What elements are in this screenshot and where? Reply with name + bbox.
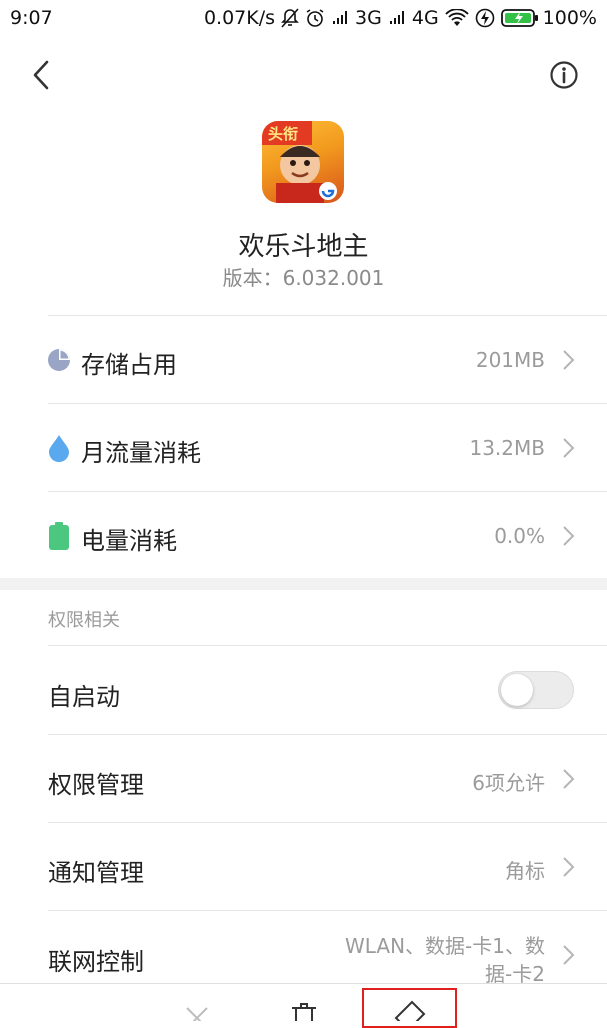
network-control-row[interactable]: 联网控制 WLAN、数据-卡1、数 据-卡2 — [0, 911, 607, 986]
permissions-section-title: 权限相关 — [48, 610, 120, 631]
data-usage-label: 月流量消耗 — [81, 439, 201, 467]
storage-value: 201MB — [475, 348, 545, 372]
wifi-icon — [445, 9, 469, 27]
autostart-label: 自启动 — [48, 683, 120, 711]
alarm-icon — [305, 8, 325, 28]
data-usage-value: 13.2MB — [469, 436, 545, 460]
data-drop-icon — [49, 435, 69, 462]
battery-status: 100% — [500, 7, 597, 29]
flash-icon — [475, 8, 495, 28]
chevron-right-icon — [563, 857, 575, 877]
network-control-value-line1: WLAN、数据-卡1、数 — [345, 934, 545, 958]
signal-icon — [331, 10, 349, 26]
chevron-right-icon — [563, 438, 575, 458]
delete-icon — [292, 1003, 316, 1021]
status-bar: 9:07 0.07K/s 3G 4G 100% — [0, 0, 607, 36]
app-name: 欢乐斗地主 — [238, 232, 369, 262]
permission-management-label: 权限管理 — [48, 771, 144, 799]
close-icon — [186, 1007, 208, 1021]
chevron-right-icon — [563, 945, 575, 965]
battery-percent: 100% — [542, 7, 597, 29]
permission-management-value: 6项允许 — [472, 771, 545, 795]
battery-usage-value: 0.0% — [494, 524, 545, 548]
notification-management-row[interactable]: 通知管理 角标 — [0, 823, 607, 910]
toggle-knob — [501, 674, 533, 706]
net-speed: 0.07K/s — [203, 7, 276, 29]
mute-icon — [281, 8, 299, 28]
close-app-button[interactable] — [182, 1000, 212, 1021]
back-button[interactable] — [28, 58, 58, 92]
highlight-box — [362, 988, 457, 1028]
signal-4g-label: 4G — [411, 7, 439, 29]
chevron-right-icon — [563, 769, 575, 789]
storage-pie-icon — [48, 349, 70, 371]
autostart-toggle[interactable] — [498, 671, 574, 709]
signal-3g-label: 3G — [355, 7, 382, 29]
storage-row[interactable]: 存储占用 201MB — [0, 316, 607, 404]
notification-management-label: 通知管理 — [48, 859, 144, 887]
signal-icon — [388, 10, 406, 26]
network-control-label: 联网控制 — [48, 948, 144, 976]
badge-text: 头衔 — [268, 125, 298, 143]
data-usage-row[interactable]: 月流量消耗 13.2MB — [0, 404, 607, 492]
uninstall-button[interactable] — [288, 1000, 320, 1021]
battery-usage-row[interactable]: 电量消耗 0.0% — [0, 492, 607, 578]
chevron-left-icon — [33, 60, 49, 90]
app-icon: 头衔 — [262, 121, 344, 203]
status-time: 9:07 — [10, 7, 53, 29]
permission-management-row[interactable]: 权限管理 6项允许 — [0, 735, 607, 822]
app-version: 版本：6.032.001 — [222, 266, 385, 290]
bottom-action-bar — [0, 983, 607, 1021]
battery-icon — [500, 8, 539, 28]
storage-label: 存储占用 — [81, 351, 177, 379]
section-separator — [0, 578, 607, 590]
info-button[interactable] — [549, 60, 579, 90]
battery-usage-label: 电量消耗 — [81, 527, 177, 555]
battery-icon — [49, 522, 69, 550]
chevron-right-icon — [563, 526, 575, 546]
info-icon — [550, 61, 578, 89]
chevron-right-icon — [563, 350, 575, 370]
notification-management-value: 角标 — [505, 859, 545, 883]
status-icons: 0.07K/s 3G 4G 100% — [204, 7, 597, 29]
